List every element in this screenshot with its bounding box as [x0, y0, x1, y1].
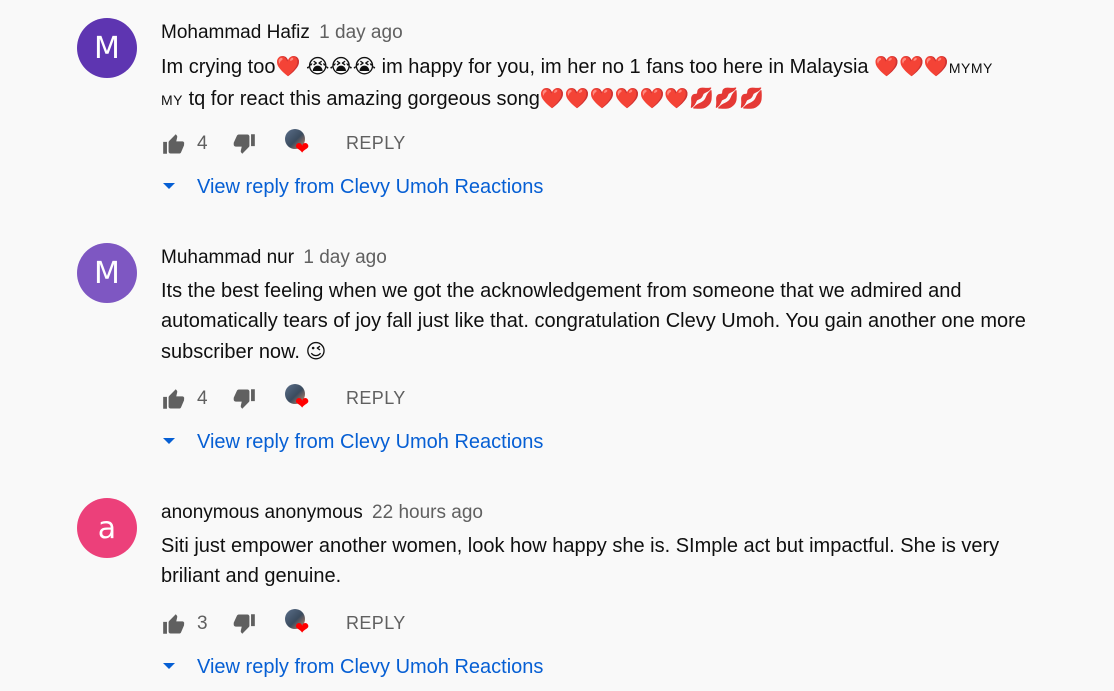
avatar[interactable]: M: [77, 18, 137, 78]
thumbs-down-icon[interactable]: [231, 386, 257, 412]
comment-text-part: Its the best feeling when we got the ack…: [161, 280, 1026, 363]
view-replies-button[interactable]: View reply from Clevy Umoh Reactions: [161, 176, 543, 206]
reply-button[interactable]: REPLY: [346, 388, 406, 409]
heart-icon: ❤: [295, 394, 310, 413]
crying-face-icon: 😭😭😭: [305, 54, 377, 78]
comment-text-part: Siti just empower another women, look ho…: [161, 535, 1000, 587]
comment-time[interactable]: 22 hours ago: [372, 502, 483, 523]
thumbs-up-icon[interactable]: [161, 611, 187, 637]
view-replies-label: View reply from Clevy Umoh Reactions: [197, 176, 544, 198]
reply-button[interactable]: REPLY: [346, 133, 406, 154]
comment-header: Muhammad nur 1 day ago: [161, 245, 387, 271]
comment-time[interactable]: 1 day ago: [319, 22, 402, 43]
like-count: 3: [197, 613, 208, 634]
view-replies-label: View reply from Clevy Umoh Reactions: [197, 656, 544, 678]
comment-text-part: Im crying too: [161, 56, 276, 78]
reply-button[interactable]: REPLY: [346, 613, 406, 634]
red-heart-icon: ❤️: [275, 56, 301, 78]
kiss-mark-icon: 💋💋💋: [689, 86, 765, 110]
caret-down-icon: [163, 437, 175, 444]
like-count: 4: [197, 133, 208, 154]
comment-actions: 4 ❤ REPLY: [161, 384, 761, 416]
view-replies-label: View reply from Clevy Umoh Reactions: [197, 431, 544, 453]
creator-heart-icon[interactable]: ❤: [283, 382, 315, 414]
comment-time[interactable]: 1 day ago: [303, 247, 386, 268]
heart-icon: ❤: [295, 619, 310, 638]
comment-header: Mohammad Hafiz 1 day ago: [161, 20, 403, 46]
view-replies-button[interactable]: View reply from Clevy Umoh Reactions: [161, 431, 543, 461]
comment-text: Its the best feeling when we got the ack…: [161, 276, 1041, 367]
like-count: 4: [197, 388, 208, 409]
thumbs-up-icon[interactable]: [161, 131, 187, 157]
comment-header: anonymous anonymous 22 hours ago: [161, 500, 483, 526]
red-heart-icon: ❤️❤️❤️❤️❤️❤️: [539, 88, 690, 110]
red-heart-icon: ❤️❤️❤️: [874, 56, 949, 78]
creator-heart-icon[interactable]: ❤: [283, 607, 315, 639]
thumbs-down-icon[interactable]: [231, 131, 257, 157]
comment-text: Im crying too❤️ 😭😭😭 im happy for you, im…: [161, 51, 1061, 115]
heart-icon: ❤: [295, 139, 310, 158]
caret-down-icon: [163, 182, 175, 189]
comment-text-part: MY: [161, 92, 183, 108]
thumbs-down-icon[interactable]: [231, 611, 257, 637]
avatar[interactable]: M: [77, 243, 137, 303]
comment-text-part: MYMY: [948, 60, 993, 76]
winking-face-icon: 😉: [305, 339, 327, 363]
creator-heart-icon[interactable]: ❤: [283, 127, 315, 159]
avatar[interactable]: a: [77, 498, 137, 558]
thumbs-up-icon[interactable]: [161, 386, 187, 412]
comment-actions: 3 ❤ REPLY: [161, 609, 761, 641]
view-replies-button[interactable]: View reply from Clevy Umoh Reactions: [161, 656, 543, 686]
author-name[interactable]: Mohammad Hafiz: [161, 22, 310, 43]
author-name[interactable]: Muhammad nur: [161, 247, 294, 268]
comment-text-part: im happy for you, im her no 1 fans too h…: [381, 56, 869, 78]
comment-actions: 4 ❤ REPLY: [161, 129, 761, 161]
comment-text-part: tq for react this amazing gorgeous song: [188, 88, 540, 110]
comment-text: Siti just empower another women, look ho…: [161, 531, 1051, 591]
caret-down-icon: [163, 662, 175, 669]
author-name[interactable]: anonymous anonymous: [161, 502, 363, 523]
